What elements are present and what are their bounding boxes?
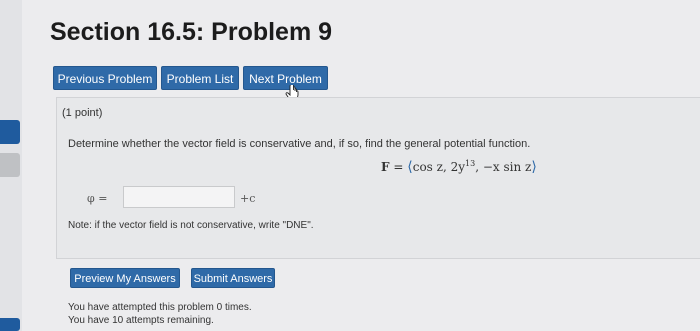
formula-equals: = xyxy=(393,160,404,174)
sidebar-tab[interactable] xyxy=(0,153,20,177)
formula-part1: cos z, 2y xyxy=(412,160,466,174)
problem-panel xyxy=(56,97,700,259)
problem-list-button[interactable]: Problem List xyxy=(161,66,239,90)
formula-lhs: F xyxy=(381,160,390,174)
vector-field-formula: F = ⟨cos z, 2y13, −x sin z⟩ xyxy=(381,159,537,175)
potential-function-input[interactable] xyxy=(123,186,235,208)
dne-note: Note: if the vector field is not conserv… xyxy=(68,220,314,231)
sidebar-tab[interactable] xyxy=(0,318,20,331)
submit-answers-button[interactable]: Submit Answers xyxy=(191,268,275,288)
points-label: (1 point) xyxy=(62,107,103,119)
problem-question: Determine whether the vector field is co… xyxy=(68,138,531,150)
preview-answers-button[interactable]: Preview My Answers xyxy=(70,268,180,288)
attempts-remaining-text: You have 10 attempts remaining. xyxy=(68,315,214,326)
page-title: Section 16.5: Problem 9 xyxy=(50,18,333,46)
formula-exponent: 13 xyxy=(465,159,476,168)
plus-c-label: +c xyxy=(240,192,256,205)
phi-label: φ = xyxy=(87,192,108,205)
sidebar-tab[interactable] xyxy=(0,120,20,144)
attempts-used-text: You have attempted this problem 0 times. xyxy=(68,302,252,313)
formula-close-bracket: ⟩ xyxy=(531,159,537,175)
formula-part2: , −x sin z xyxy=(475,160,532,174)
previous-problem-button[interactable]: Previous Problem xyxy=(53,66,157,90)
